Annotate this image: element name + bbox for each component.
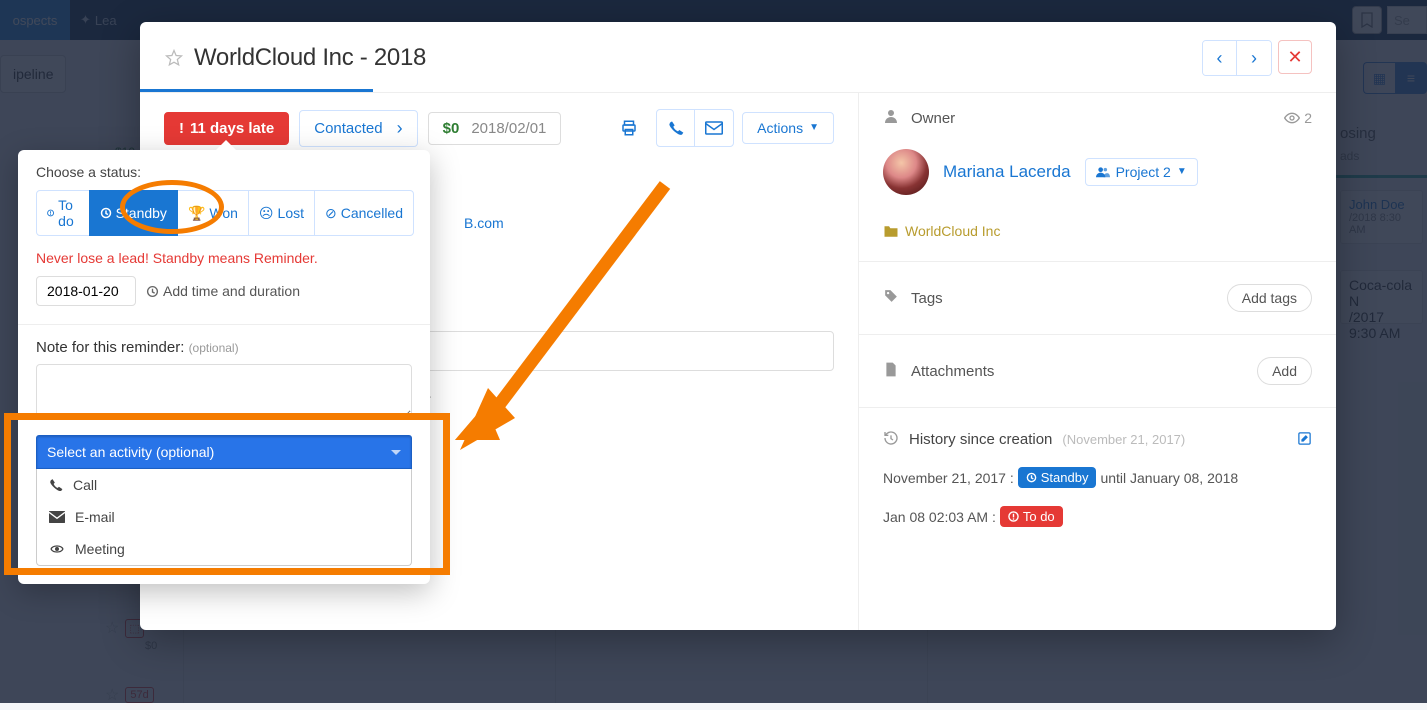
choose-status-label: Choose a status:: [36, 164, 412, 180]
activity-select[interactable]: Select an activity (optional): [36, 435, 412, 469]
reminder-date-input[interactable]: [36, 276, 136, 306]
todo-badge: To do: [1000, 506, 1063, 527]
activity-call[interactable]: Call: [37, 469, 411, 501]
print-button[interactable]: [610, 110, 648, 146]
modal-title: WorldCloud Inc - 2018: [194, 44, 426, 72]
folder-link[interactable]: WorldCloud Inc: [883, 223, 1312, 239]
domain-link[interactable]: B.com: [464, 215, 834, 231]
status-standby[interactable]: Standby: [89, 190, 178, 236]
caret-down-icon: ▼: [1177, 166, 1187, 177]
avatar: [883, 149, 929, 195]
add-attachment-button[interactable]: Add: [1257, 357, 1312, 385]
prev-button[interactable]: ‹: [1203, 41, 1237, 75]
history-row: Jan 08 02:03 AM : To do: [883, 506, 1312, 527]
caret-down-icon: [391, 450, 401, 455]
actions-dropdown[interactable]: Actions ▼: [742, 112, 834, 144]
history-icon: [883, 430, 899, 449]
add-tags-button[interactable]: Add tags: [1227, 284, 1312, 312]
status-popover: Choose a status: To do Standby 🏆Won ☹Los…: [18, 150, 430, 584]
nav-group: ‹ ›: [1202, 40, 1272, 76]
modal-header: WorldCloud Inc - 2018 ‹ › ✕: [140, 22, 1336, 89]
phone-button[interactable]: [657, 110, 695, 146]
file-icon: [883, 362, 899, 381]
email-button[interactable]: [695, 110, 733, 146]
edit-history-button[interactable]: [1297, 431, 1312, 449]
activity-menu: Call E-mail Meeting: [36, 469, 412, 566]
owner-name[interactable]: Mariana Lacerda: [943, 162, 1071, 182]
history-row: November 21, 2017 : Standby until Januar…: [883, 467, 1312, 488]
status-lost[interactable]: ☹Lost: [248, 190, 315, 236]
activity-email[interactable]: E-mail: [37, 501, 411, 533]
note-textarea[interactable]: [36, 364, 412, 420]
history-created-date: (November 21, 2017): [1062, 432, 1185, 447]
status-won[interactable]: 🏆Won: [177, 190, 249, 236]
attachments-label: Attachments: [911, 363, 994, 380]
status-todo[interactable]: To do: [36, 190, 90, 236]
price-badge[interactable]: $0 2018/02/01: [428, 112, 562, 145]
side-column: Owner 2 Mariana Lacerda Project 2 ▼ Worl…: [858, 93, 1336, 630]
next-button[interactable]: ›: [1237, 41, 1271, 75]
add-time-button[interactable]: Add time and duration: [146, 283, 300, 299]
owner-label: Owner: [911, 110, 955, 127]
contacted-button[interactable]: Contacted: [299, 110, 417, 147]
project-dropdown[interactable]: Project 2 ▼: [1085, 158, 1198, 186]
tags-label: Tags: [911, 290, 943, 307]
caret-down-icon: ▼: [809, 122, 819, 133]
exclaim-icon: !: [179, 120, 184, 137]
close-button[interactable]: ✕: [1278, 40, 1312, 74]
user-icon: [883, 109, 899, 127]
status-cancelled[interactable]: ⊘Cancelled: [314, 190, 414, 236]
standby-badge: Standby: [1018, 467, 1097, 488]
view-count: 2: [1284, 110, 1312, 126]
activity-meeting[interactable]: Meeting: [37, 533, 411, 565]
tag-icon: [883, 289, 899, 307]
history-title: History since creation: [909, 431, 1052, 448]
favorite-star-icon[interactable]: [164, 48, 184, 68]
note-label: Note for this reminder: (optional): [36, 339, 412, 356]
standby-warning: Never lose a lead! Standby means Reminde…: [36, 250, 412, 266]
